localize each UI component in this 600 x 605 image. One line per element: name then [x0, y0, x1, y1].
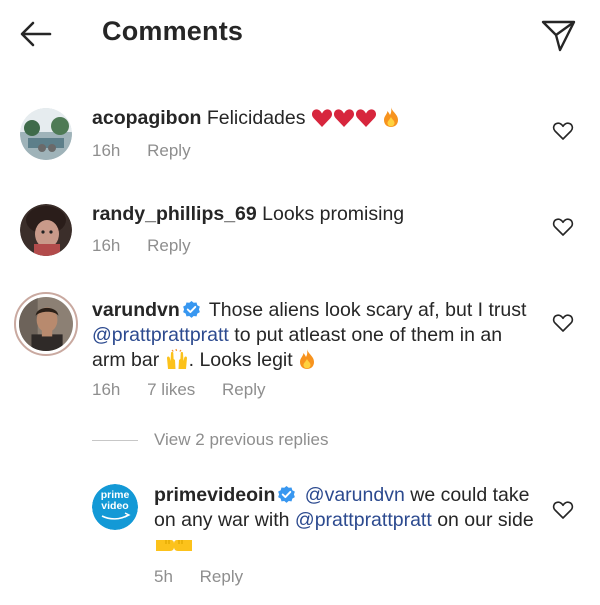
comment-body: Those aliens look scary af, but I trust [208, 299, 527, 321]
like-heart-icon[interactable] [552, 121, 574, 141]
like-count[interactable]: 7 likes [147, 380, 195, 399]
comment-username[interactable]: varundvn [92, 299, 180, 321]
comment-text: acopagibon Felicidades [92, 106, 532, 135]
red-heart-icon [333, 108, 355, 135]
reply-button[interactable]: Reply [200, 567, 243, 586]
like-heart-icon[interactable] [552, 217, 574, 237]
like-heart-icon[interactable] [552, 313, 574, 333]
avatar[interactable] [20, 204, 72, 256]
fist-bump-icon [154, 535, 194, 562]
like-heart-icon[interactable] [552, 500, 574, 520]
red-heart-icon [311, 108, 333, 135]
comment-meta: 16h 7 likes Reply [92, 380, 288, 400]
fire-icon [382, 106, 400, 135]
comment-text: varundvn Those aliens look scary af, but… [92, 298, 537, 377]
view-replies-label: View 2 previous replies [154, 430, 329, 449]
avatar[interactable] [20, 108, 72, 160]
fire-icon [298, 348, 316, 377]
divider [92, 440, 138, 442]
mention-link[interactable]: @prattprattpratt [92, 324, 229, 346]
avatar[interactable] [14, 292, 78, 356]
mention-link[interactable]: @prattprattpratt [295, 509, 432, 531]
avatar-logo-line: video [101, 500, 129, 512]
comment-meta: 5h Reply [154, 567, 265, 587]
comments-header: Comments [0, 0, 600, 66]
raising-hands-icon [165, 348, 189, 377]
comment-text: randy_phillips_69 Looks promising [92, 202, 532, 227]
comment-time: 16h [92, 380, 121, 399]
comment-username[interactable]: acopagibon [92, 107, 201, 129]
comment-body: Looks promising [262, 203, 405, 225]
verified-badge-icon [277, 485, 296, 504]
comment-body: on our side [437, 509, 534, 531]
comment-time: 16h [92, 141, 121, 160]
avatar-logo-text: prime video [92, 490, 138, 512]
comment-username[interactable]: primevideoin [154, 484, 275, 506]
comment-text: primevideoin @varundvn we could take on … [154, 483, 539, 562]
reply-button[interactable]: Reply [147, 236, 190, 255]
comment-body: . Looks legit [188, 349, 293, 371]
mention-link[interactable]: @varundvn [305, 484, 405, 506]
paper-plane-icon[interactable] [538, 14, 578, 54]
reply-button[interactable]: Reply [222, 380, 265, 399]
comment-meta: 16h Reply [92, 141, 213, 161]
verified-badge-icon [182, 300, 201, 319]
view-previous-replies-button[interactable]: View 2 previous replies [92, 430, 329, 450]
back-arrow-icon[interactable] [16, 14, 56, 54]
comment-meta: 16h Reply [92, 236, 213, 256]
comment-body: Felicidades [206, 107, 306, 129]
comment-username[interactable]: randy_phillips_69 [92, 203, 257, 225]
red-heart-icon [355, 108, 377, 135]
page-title: Comments [102, 16, 244, 46]
comment-time: 5h [154, 567, 173, 586]
reply-button[interactable]: Reply [147, 141, 190, 160]
comment-time: 16h [92, 236, 121, 255]
